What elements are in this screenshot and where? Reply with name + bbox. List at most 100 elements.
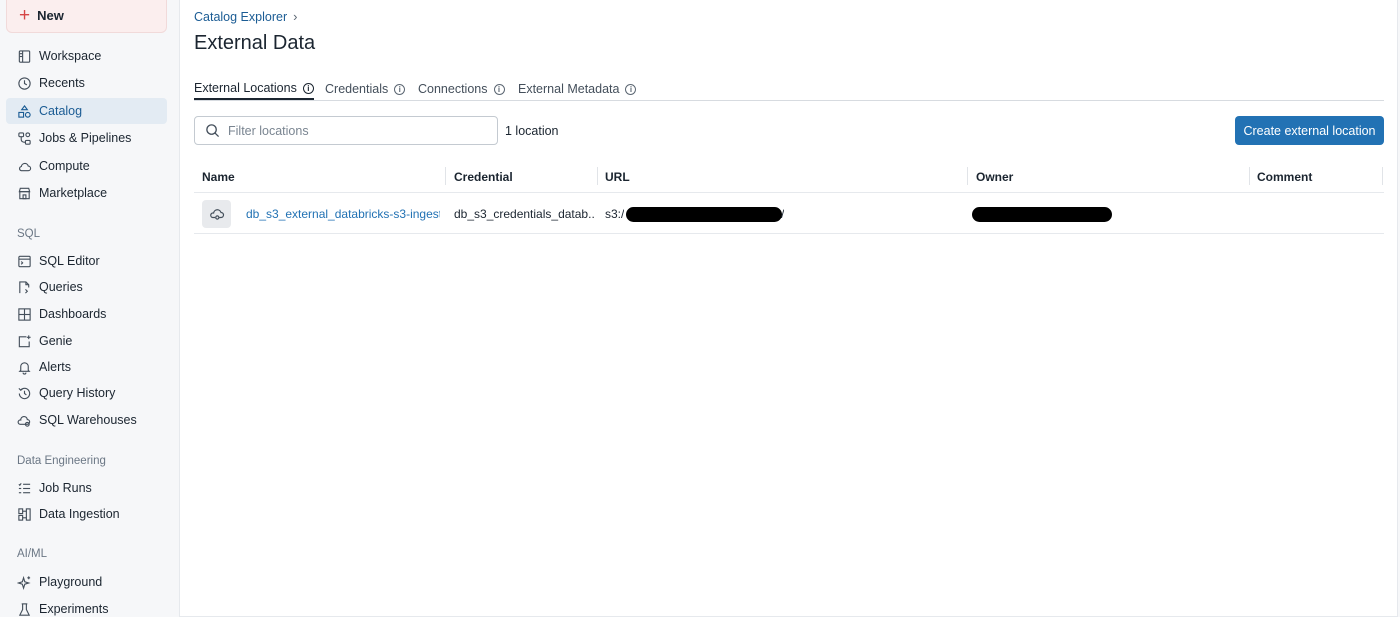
info-icon[interactable]: i [493,83,505,95]
sidebar-item-dashboards[interactable]: Dashboards [6,301,167,327]
sparkle-icon [16,574,32,590]
location-count: 1 location [505,124,559,138]
redaction-bar [972,207,1112,222]
sidebar-item-marketplace[interactable]: Marketplace [6,180,167,206]
sidebar-item-label: Experiments [39,602,109,616]
sidebar-item-label: Jobs & Pipelines [39,131,132,145]
sidebar-item-label: Marketplace [39,186,108,200]
sidebar-item-label: Job Runs [39,481,92,495]
url-prefix: s3:/ [605,207,625,221]
sidebar-item-jobs[interactable]: Jobs & Pipelines [6,125,167,151]
tab-label: Connections [418,82,488,96]
ingestion-icon [16,506,32,522]
search-icon [206,124,220,138]
table-header: Name Credential URL Owner Comment [194,160,1384,193]
sidebar-item-label: Compute [39,159,90,173]
redaction-bar [626,207,782,222]
warehouse-icon [16,412,32,428]
sidebar-item-genie[interactable]: Genie [6,328,167,354]
chevron-right-icon: › [293,9,298,24]
sidebar-item-workspace[interactable]: Workspace [6,43,167,69]
sidebar-item-label: Query History [39,386,116,400]
column-divider[interactable] [597,167,598,185]
sidebar-item-catalog[interactable]: Catalog [6,98,167,124]
breadcrumb: Catalog Explorer › [194,9,297,24]
tab-connections[interactable]: Connections i [418,78,505,100]
info-icon[interactable]: i [625,83,637,95]
sql-editor-icon [16,253,32,269]
dashboard-icon [16,306,32,322]
tab-label: Credentials [325,82,389,96]
sidebar-item-sql-editor[interactable]: SQL Editor [6,248,167,274]
sidebar-item-job-runs[interactable]: Job Runs [6,475,167,501]
filter-locations-input[interactable] [228,123,488,138]
sidebar-item-label: SQL Editor [39,254,100,268]
sidebar: + New Workspace Recents Catalog Jobs & P… [0,0,178,617]
tab-external-metadata[interactable]: External Metadata i [518,78,637,100]
list-icon [16,480,32,496]
sidebar-item-query-history[interactable]: Query History [6,380,167,406]
create-external-location-button[interactable]: Create external location [1235,116,1384,145]
app-root: + New Workspace Recents Catalog Jobs & P… [0,0,1400,617]
tab-external-locations[interactable]: External Locations i [194,78,314,100]
sidebar-item-label: Recents [39,76,85,90]
external-location-icon [202,200,231,228]
sidebar-item-compute[interactable]: Compute [6,153,167,179]
column-divider[interactable] [967,167,968,185]
info-icon[interactable]: i [394,83,406,95]
column-header-comment[interactable]: Comment [1257,170,1312,184]
column-header-name[interactable]: Name [202,170,235,184]
history-icon [16,385,32,401]
sidebar-item-label: Genie [39,334,73,348]
section-label-sql: SQL [17,228,41,240]
tab-bar: External Locations i Credentials i Conne… [194,72,1384,101]
sidebar-item-recents[interactable]: Recents [6,70,167,96]
flask-icon [16,601,32,617]
tab-label: External Locations [194,81,297,95]
plus-icon: + [19,5,31,26]
breadcrumb-catalog-explorer-link[interactable]: Catalog Explorer [194,10,287,24]
sidebar-item-sql-warehouses[interactable]: SQL Warehouses [6,407,167,433]
sidebar-item-experiments[interactable]: Experiments [6,596,167,617]
location-name-link[interactable]: db_s3_external_databricks-s3-ingest- [246,207,440,221]
workspace-icon [16,48,32,64]
query-icon [16,279,32,295]
table-row[interactable]: db_s3_external_databricks-s3-ingest- db_… [194,193,1384,234]
url-suffix: / [781,207,785,221]
info-icon[interactable]: i [302,82,314,94]
column-divider[interactable] [1249,167,1250,185]
column-header-url[interactable]: URL [605,170,630,184]
column-header-owner[interactable]: Owner [976,170,1013,184]
sidebar-item-playground[interactable]: Playground [6,569,167,595]
sidebar-item-label: Workspace [39,49,102,63]
main-panel: Catalog Explorer › External Data Externa… [179,0,1398,617]
genie-icon [16,333,32,349]
sidebar-item-label: Alerts [39,360,71,374]
jobs-icon [16,130,32,146]
sidebar-item-label: Catalog [39,104,83,118]
page-title: External Data [194,32,316,54]
sidebar-item-queries[interactable]: Queries [6,274,167,300]
sidebar-item-alerts[interactable]: Alerts [6,354,167,380]
section-label-data-engineering: Data Engineering [17,455,106,467]
column-divider[interactable] [1382,167,1383,185]
column-divider[interactable] [445,167,446,185]
sidebar-item-label: SQL Warehouses [39,413,137,427]
sidebar-item-label: Playground [39,575,103,589]
new-button-label: New [37,8,64,23]
cloud-icon [16,158,32,174]
section-label-aiml: AI/ML [17,548,48,560]
new-button[interactable]: + New [6,0,167,33]
bell-icon [16,359,32,375]
store-icon [16,185,32,201]
catalog-icon [16,103,32,119]
tab-label: External Metadata [518,82,620,96]
clock-icon [16,75,32,91]
sidebar-item-data-ingestion[interactable]: Data Ingestion [6,501,167,527]
sidebar-item-label: Data Ingestion [39,507,120,521]
column-header-credential[interactable]: Credential [454,170,513,184]
external-locations-table: Name Credential URL Owner Comment db_s3_… [194,160,1384,234]
filter-locations-field[interactable] [194,116,498,145]
tab-credentials[interactable]: Credentials i [325,78,406,100]
sidebar-item-label: Dashboards [39,307,107,321]
